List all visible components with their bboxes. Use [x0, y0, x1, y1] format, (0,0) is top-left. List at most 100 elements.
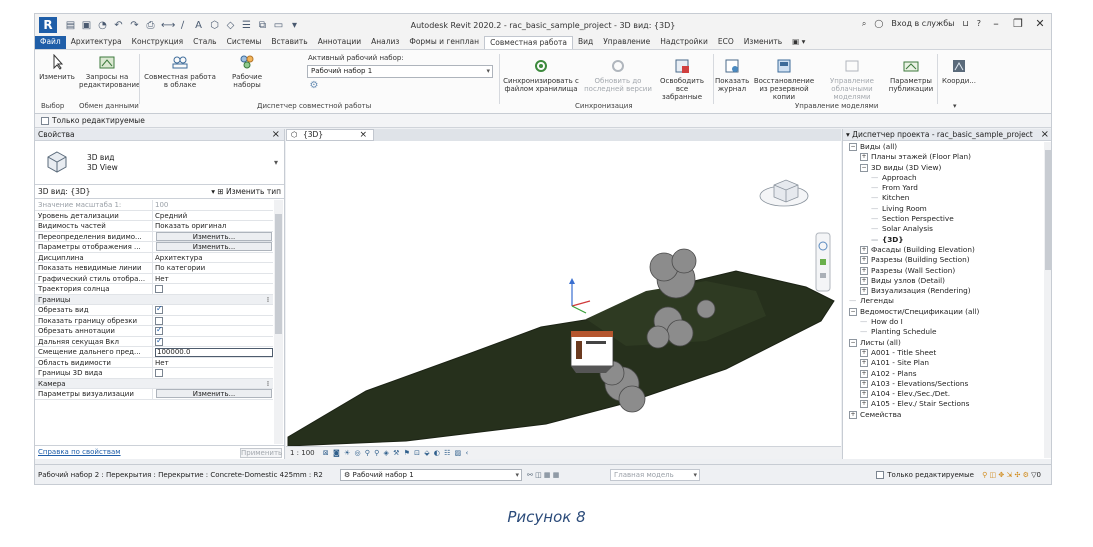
property-value[interactable] [153, 305, 273, 315]
tab-systems[interactable]: Системы [222, 36, 267, 49]
property-checkbox[interactable] [155, 305, 163, 314]
revit-logo[interactable]: R [39, 17, 57, 33]
edit-button[interactable]: Изменить... [156, 242, 272, 251]
cloud-collab-button[interactable]: Совместная работа в облаке [143, 54, 217, 89]
restore-backup-button[interactable]: Восстановление из резервной копии [751, 58, 817, 101]
property-group-label[interactable]: Камера [35, 379, 263, 389]
close-icon[interactable]: × [359, 130, 367, 140]
text-icon[interactable]: A [193, 20, 204, 31]
undo-icon[interactable]: ↶ [113, 20, 124, 31]
panel-select-title[interactable]: Выбор [41, 102, 64, 110]
expand-icon[interactable]: + [860, 266, 868, 275]
tab-file[interactable]: Файл [35, 36, 66, 49]
3d-view-icon[interactable]: ⬡ [209, 20, 220, 31]
browser-node[interactable]: + Планы этажей (Floor Plan) [843, 152, 1043, 162]
3d-viewport[interactable] [286, 141, 841, 446]
expand-icon[interactable]: + [860, 153, 868, 162]
browser-node[interactable]: — Approach [843, 173, 1043, 183]
tab-modify[interactable]: Изменить [739, 36, 787, 49]
browser-node[interactable]: + A001 - Title Sheet [843, 348, 1043, 358]
expand-icon[interactable]: + [860, 245, 868, 254]
browser-node[interactable]: + Визуализация (Rendering) [843, 286, 1043, 296]
browser-node[interactable]: − Ведомости/Спецификации (all) [843, 307, 1043, 317]
customize-qat-icon[interactable]: ▾ [289, 20, 300, 31]
tab-annotate[interactable]: Аннотации [313, 36, 366, 49]
open-icon[interactable]: ▤ [65, 20, 76, 31]
tab-analyze[interactable]: Анализ [366, 36, 404, 49]
collapse-icon[interactable]: − [849, 143, 857, 151]
property-value[interactable]: Изменить... [153, 231, 273, 242]
browser-node[interactable]: — From Yard [843, 183, 1043, 193]
property-checkbox[interactable] [155, 285, 163, 293]
type-selector[interactable]: 3D вид 3D View ▾ [35, 141, 284, 185]
property-value[interactable]: Показать оригинал [153, 221, 273, 231]
browser-node[interactable]: — Living Room [843, 204, 1043, 214]
editable-only-checkbox[interactable] [41, 116, 49, 125]
property-value[interactable]: Изменить... [153, 242, 273, 252]
search-binoculars-icon[interactable]: ⌕ [862, 19, 866, 29]
expand-icon[interactable]: + [860, 348, 868, 357]
selection-filter-icons[interactable]: ⚲ ◫ ✥ ⇲ ✣ ⚙ [982, 471, 1029, 479]
editable-only-status-checkbox[interactable] [876, 471, 885, 479]
expand-icon[interactable]: + [860, 287, 868, 296]
expand-icon[interactable]: + [860, 256, 868, 265]
close-icon[interactable]: × [272, 129, 280, 141]
section-icon[interactable]: ◇ [225, 20, 236, 31]
browser-node[interactable]: − Виды (all) [843, 142, 1043, 152]
browser-node[interactable]: + A105 - Elev./ Stair Sections [843, 399, 1043, 409]
property-value[interactable] [153, 316, 273, 326]
property-value[interactable]: Нет [153, 358, 273, 368]
expand-icon[interactable]: + [860, 276, 868, 285]
browser-node[interactable]: −3D виды (3D View) [843, 163, 1043, 173]
tab-insert[interactable]: Вставить [266, 36, 312, 49]
far-clip-offset-input[interactable]: 100000.0 [155, 348, 273, 357]
browser-node[interactable]: — Planting Schedule [843, 327, 1043, 337]
browser-node[interactable]: − Листы (all) [843, 338, 1043, 348]
tab-3d-view[interactable]: ⬡ {3D} × [286, 129, 374, 141]
tab-massing-site[interactable]: Формы и генплан [404, 36, 484, 49]
browser-node[interactable]: + A102 - Plans [843, 369, 1043, 379]
browser-node[interactable]: — Kitchen [843, 193, 1043, 203]
browser-node[interactable]: + Виды узлов (Detail) [843, 276, 1043, 286]
expand-icon[interactable]: + [860, 359, 868, 368]
thin-lines-icon[interactable]: ☰ [241, 20, 252, 31]
expand-icon[interactable]: + [860, 390, 868, 399]
redo-icon[interactable]: ↷ [129, 20, 140, 31]
property-value[interactable]: По категории [153, 263, 273, 273]
cart-icon[interactable]: ⊔ [963, 19, 969, 28]
sync-icon[interactable]: ◔ [97, 20, 108, 31]
manage-cloud-models-button[interactable]: Управление облачными моделями [819, 58, 885, 101]
edit-button[interactable]: Изменить... [156, 231, 272, 241]
browser-node[interactable]: — Легенды [843, 296, 1043, 306]
browser-node[interactable]: + A101 - Site Plan [843, 358, 1043, 368]
expand-icon[interactable]: + [860, 379, 868, 388]
minimize-button[interactable]: – [989, 17, 1003, 30]
collapse-icon[interactable]: ⁞ [263, 379, 273, 389]
property-value[interactable]: Изменить... [153, 389, 273, 399]
tab-structure[interactable]: Конструкция [127, 36, 189, 49]
tab-steel[interactable]: Сталь [188, 36, 221, 49]
view-controls-icons[interactable]: ⊠ ◙ ☀ ◎ ⚲ ⚲ ◈ ⚒ ⚑ ⊡ ⬙ ◐ ☷ ▨ ‹ [323, 449, 469, 457]
browser-node[interactable]: — Solar Analysis [843, 224, 1043, 234]
tab-addins[interactable]: Надстройки [655, 36, 713, 49]
property-value[interactable] [153, 326, 273, 336]
tab-eco[interactable]: ECO [713, 36, 739, 49]
browser-node[interactable]: + A103 - Elevations/Sections [843, 379, 1043, 389]
view-scale[interactable]: 1 : 100 [290, 449, 315, 457]
close-hidden-icon[interactable]: ⧉ [257, 20, 268, 31]
property-value[interactable]: 100000.0 [153, 347, 273, 357]
property-value[interactable] [153, 337, 273, 347]
properties-help-link[interactable]: Справка по свойствам [38, 448, 121, 456]
worksets-button[interactable]: Рабочие наборы [221, 54, 273, 89]
property-checkbox[interactable] [155, 316, 163, 325]
property-checkbox[interactable] [155, 326, 163, 335]
property-group-label[interactable]: Границы [35, 295, 263, 305]
properties-scrollbar[interactable] [274, 200, 283, 444]
reload-latest-button[interactable]: Обновить до последней версии [583, 58, 653, 93]
tab-view[interactable]: Вид [573, 36, 598, 49]
editing-requests-button[interactable]: Запросы на редактирование [79, 54, 140, 89]
publish-settings-button[interactable]: Параметры публикации [887, 58, 935, 93]
coordinates-button[interactable]: Коорди... [939, 58, 979, 85]
collapse-icon[interactable]: − [849, 307, 857, 316]
property-checkbox[interactable] [155, 337, 163, 346]
